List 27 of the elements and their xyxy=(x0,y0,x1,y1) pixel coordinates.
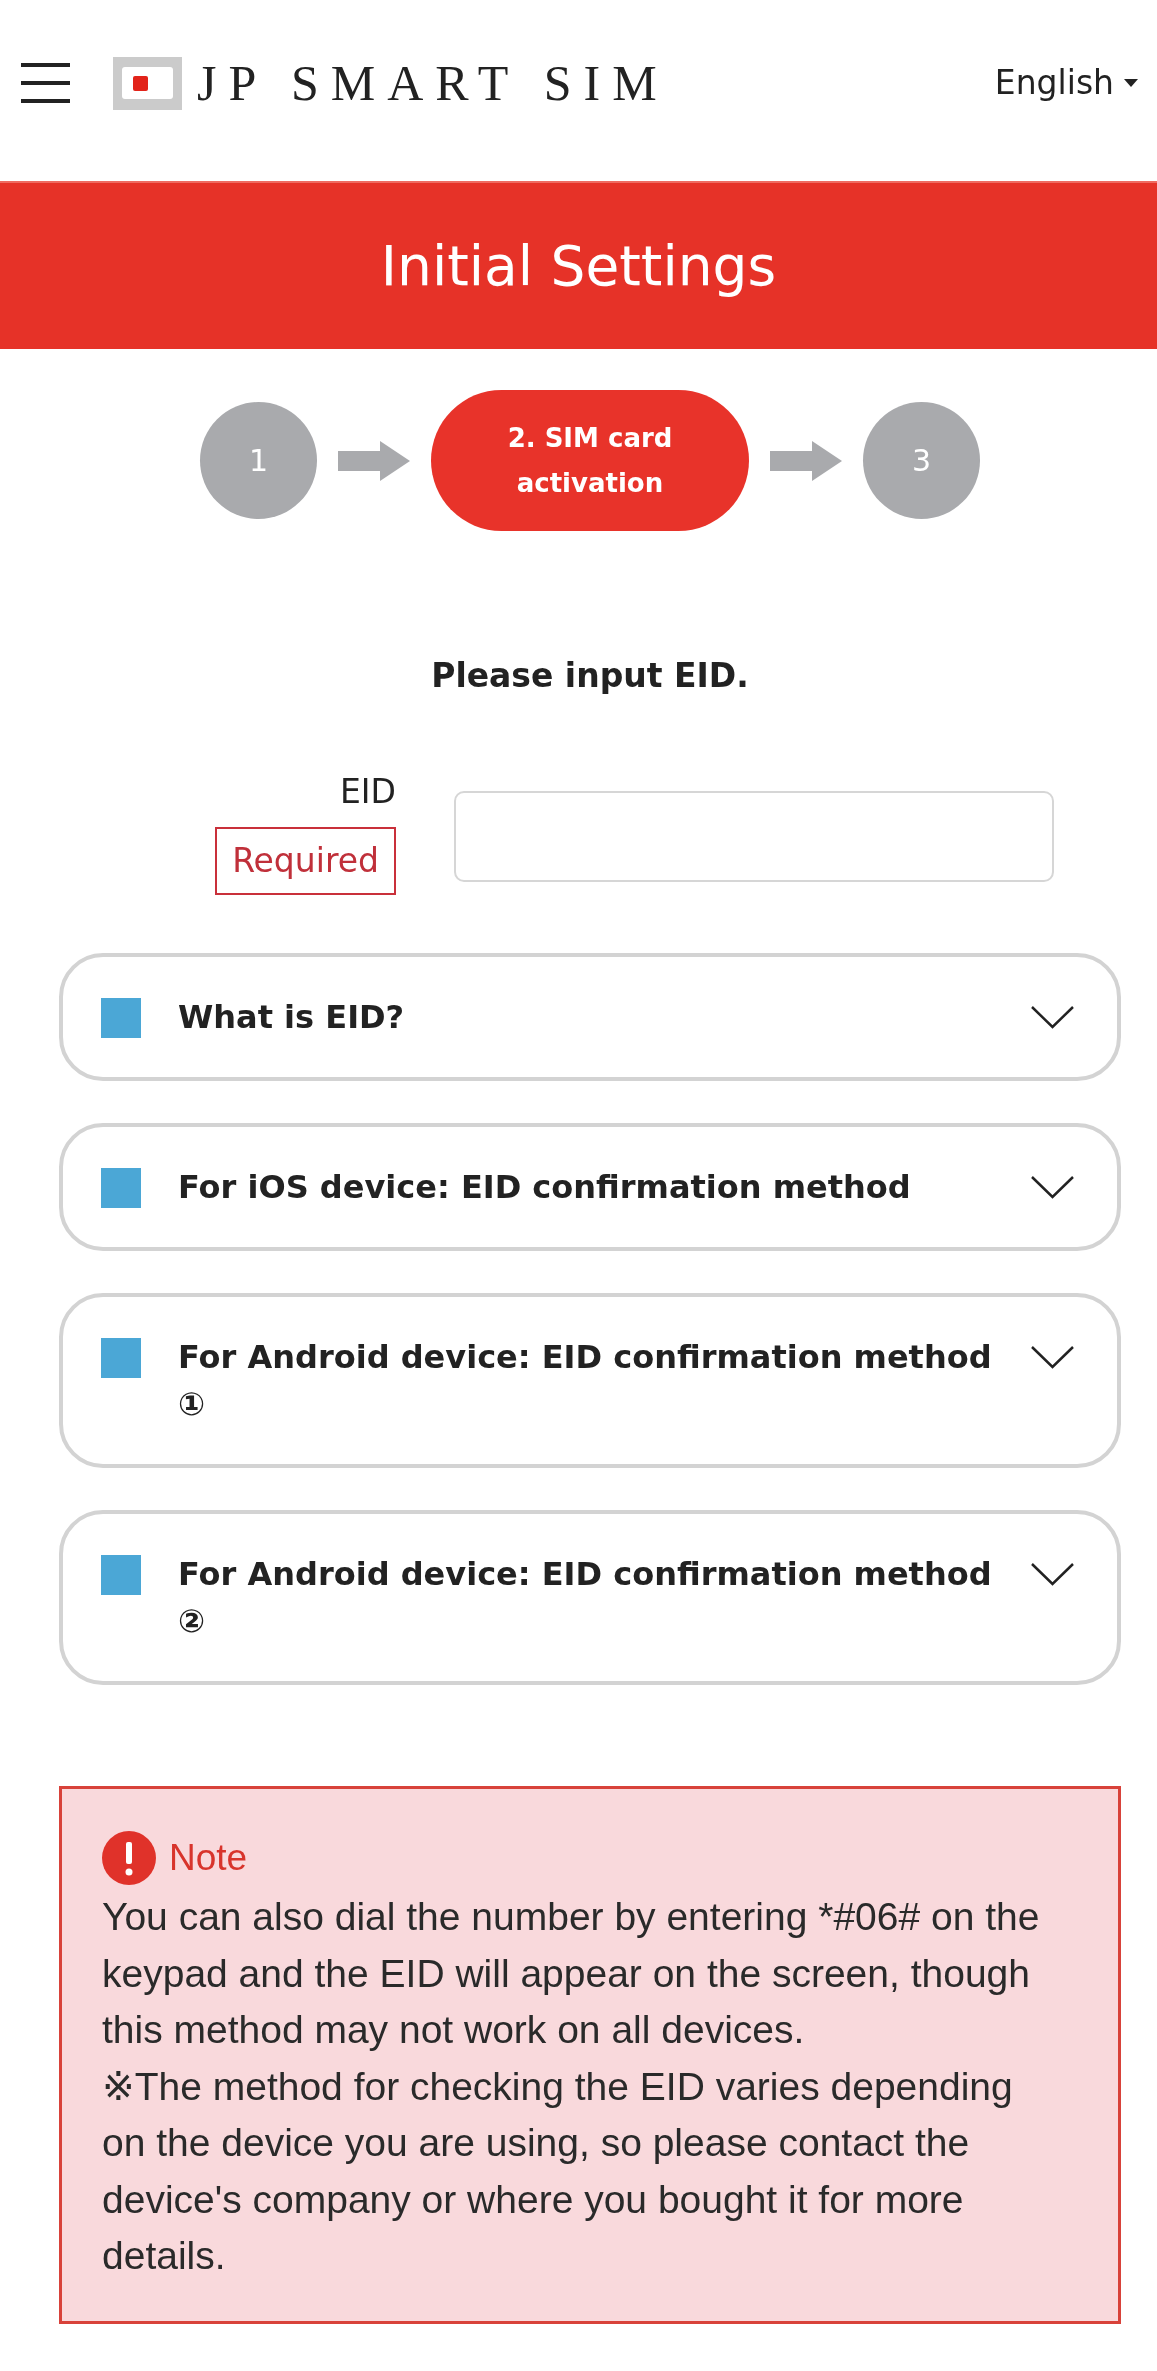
square-marker-icon xyxy=(101,1338,141,1378)
right-arrow-icon xyxy=(770,440,842,481)
logo-text: JP SMART SIM xyxy=(197,55,669,111)
note-text: ※The method for checking the EID varies depending on the device you are using, so please contact the device's company or where you bought it for more details. xyxy=(102,2063,1014,2279)
right-arrow-icon xyxy=(338,440,410,481)
step-indicator: 1 xyxy=(200,402,317,519)
logo-icon xyxy=(113,56,182,110)
step-indicator: 3 xyxy=(863,402,980,519)
caret-icon xyxy=(1124,79,1138,87)
eid-input-field[interactable] xyxy=(454,791,1054,882)
note-text: You can also dial the number by entering *#06# on the keypad and the EID will appear on the screen, though this method may not work on all devices. xyxy=(102,1894,1041,2053)
square-marker-icon xyxy=(101,998,141,1038)
page-title: Initial Settings xyxy=(380,232,777,300)
square-marker-icon xyxy=(101,1168,141,1208)
field-label: EID xyxy=(340,772,396,812)
required-badge: Required xyxy=(215,827,396,895)
note-title: Note xyxy=(169,1836,248,1880)
accordion-header[interactable]: For Android device: EID confirmation method ② xyxy=(59,1510,1121,1685)
accordion-header[interactable]: What is EID? xyxy=(59,953,1121,1081)
square-marker-icon xyxy=(101,1555,141,1595)
step-indicator: 2. SIM card activation xyxy=(431,390,749,531)
menu-icon[interactable] xyxy=(21,63,70,103)
alert-icon xyxy=(102,1831,156,1885)
instruction-text: Please input EID. xyxy=(430,655,750,697)
accordion-header[interactable]: For Android device: EID confirmation method ① xyxy=(59,1293,1121,1468)
language-dropdown[interactable]: English xyxy=(994,61,1138,105)
accordion-header[interactable]: For iOS device: EID confirmation method xyxy=(59,1123,1121,1251)
